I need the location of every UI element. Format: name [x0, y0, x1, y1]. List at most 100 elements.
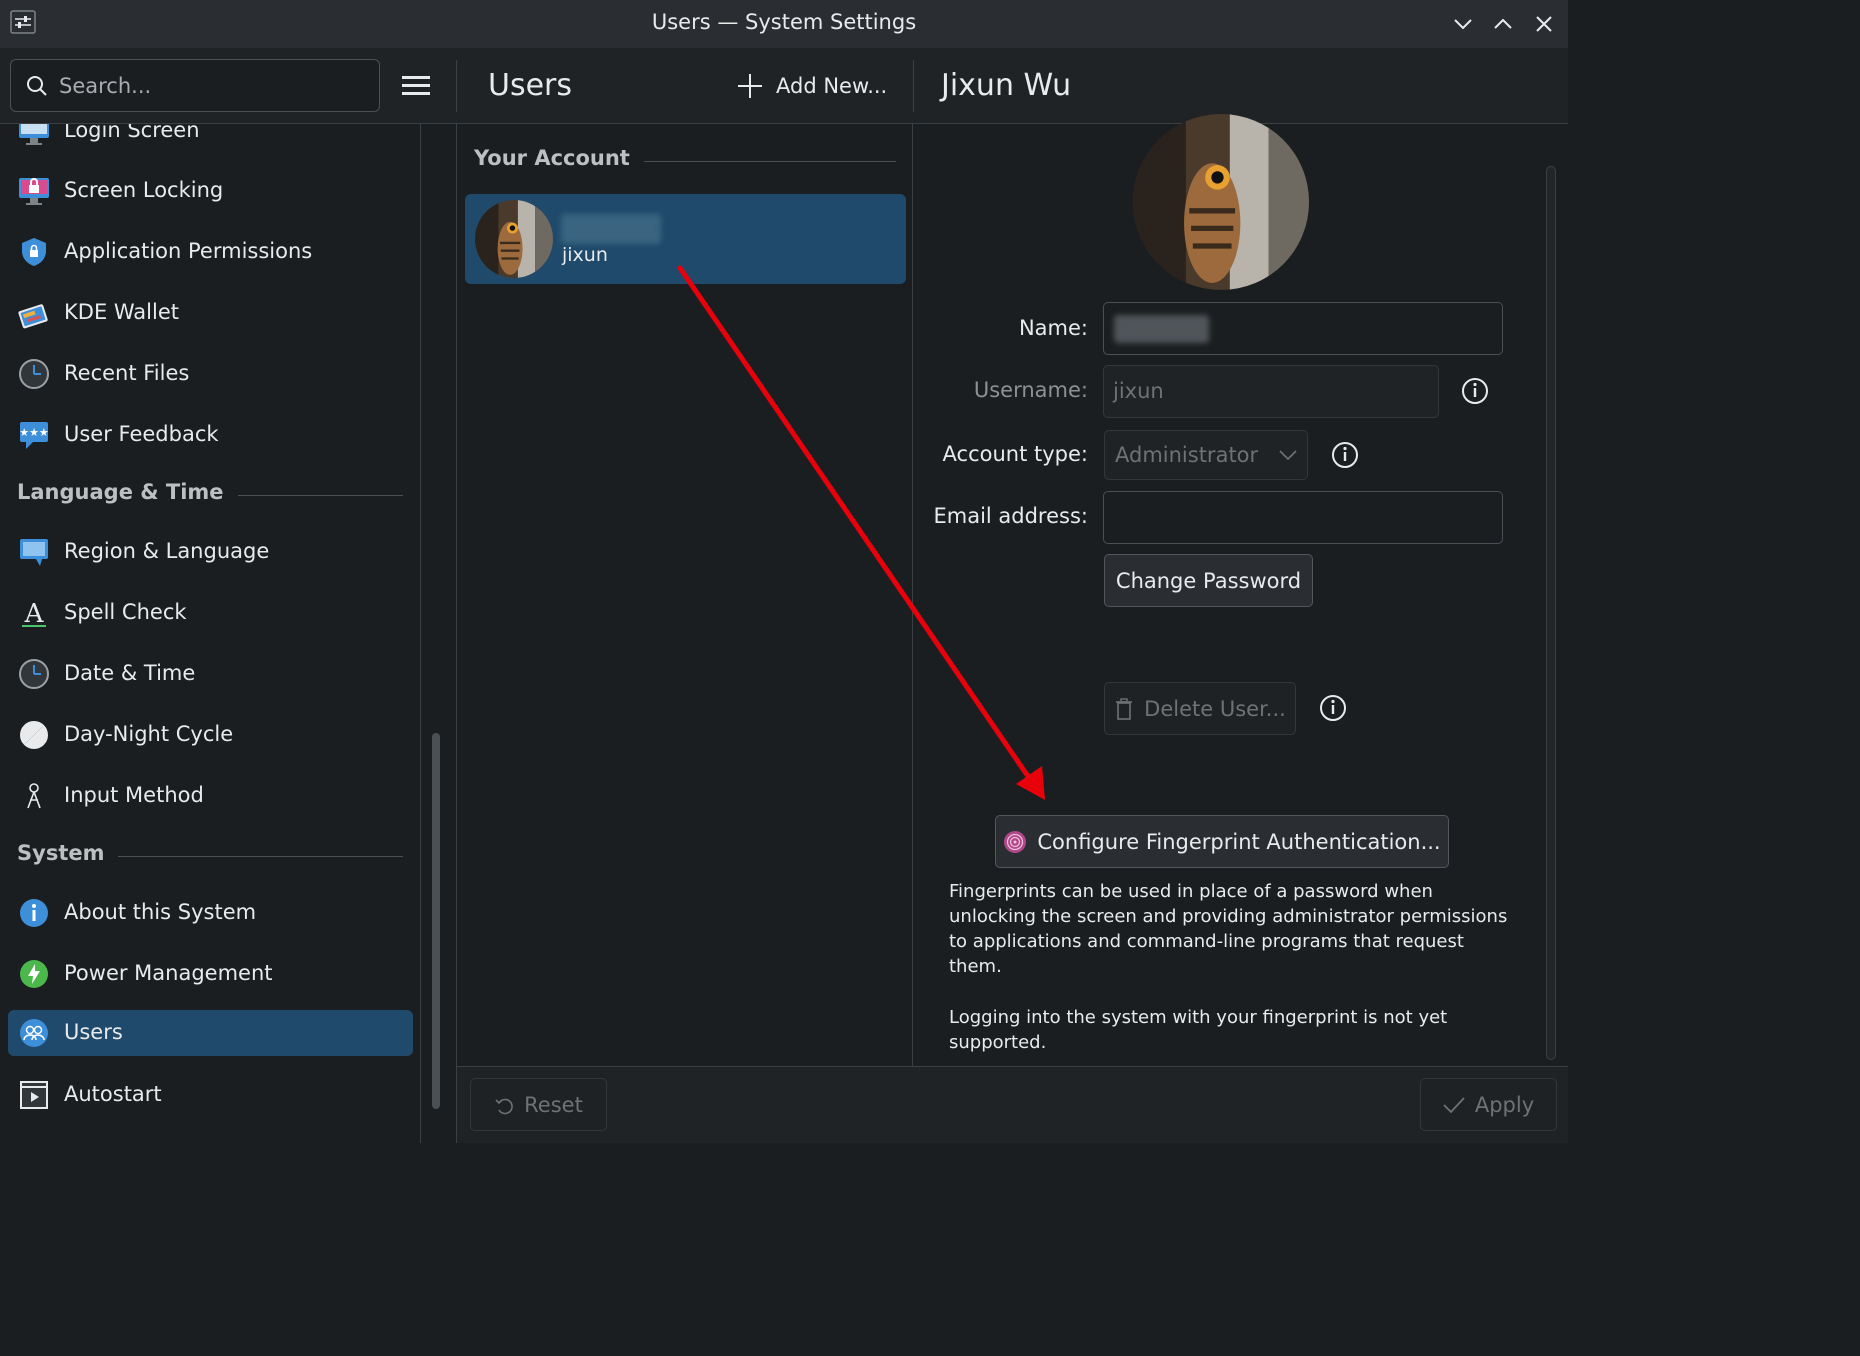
account-type-label: Account type: — [942, 442, 1088, 466]
change-password-button[interactable]: Change Password — [1104, 554, 1313, 607]
search-field[interactable] — [10, 59, 380, 112]
sidebar-item-label: KDE Wallet — [64, 300, 179, 324]
sidebar-item-spell-check[interactable]: A Spell Check — [8, 590, 413, 636]
info-icon — [20, 899, 48, 927]
your-account-header: Your Account — [474, 146, 896, 176]
input-method-icon — [27, 783, 41, 809]
wallet-icon — [18, 304, 48, 329]
add-new-label: Add New... — [776, 74, 888, 98]
sidebar-item-label: Power Management — [64, 961, 273, 985]
sidebar-item-label: Day-Night Cycle — [64, 722, 234, 746]
power-icon — [20, 960, 48, 988]
plus-icon — [738, 74, 762, 98]
maximize-button[interactable] — [1491, 12, 1515, 36]
footer-bar: Reset Apply — [456, 1066, 1568, 1143]
fingerprint-description: Fingerprints can be used in place of a p… — [949, 881, 1508, 977]
users-icon — [20, 1019, 48, 1047]
apply-label: Apply — [1474, 1092, 1535, 1117]
account-type-value: Administrator — [1115, 443, 1259, 467]
sidebar-item-label: Date & Time — [64, 661, 196, 685]
feedback-icon: ★★★ — [19, 422, 49, 449]
window-title: Users — System Settings — [651, 10, 917, 34]
email-label: Email address: — [933, 504, 1088, 528]
sidebar-item-day-night-cycle[interactable]: Day-Night Cycle — [8, 712, 413, 758]
search-icon — [27, 76, 47, 96]
trash-icon — [1116, 697, 1133, 720]
sidebar-item-label: Autostart — [64, 1082, 162, 1106]
sidebar-item-users[interactable]: Users — [8, 1010, 413, 1056]
username-value: jixun — [1113, 379, 1164, 403]
sidebar-item-label: Spell Check — [64, 600, 187, 624]
autostart-icon — [20, 1081, 48, 1109]
name-value-redacted — [1114, 315, 1209, 343]
close-button[interactable] — [1532, 12, 1556, 36]
sidebar-item-input-method[interactable]: Input Method — [8, 773, 413, 819]
details-scrollbar[interactable] — [1546, 166, 1556, 1060]
reset-label: Reset — [524, 1092, 583, 1117]
sidebar-item-partial[interactable] — [8, 1133, 413, 1143]
undo-icon — [495, 1098, 513, 1114]
section-label: Your Account — [474, 146, 644, 170]
sidebar-item-region-language[interactable]: Region & Language — [8, 529, 413, 575]
hamburger-menu-icon[interactable] — [400, 72, 432, 100]
sidebar-item-label: Login Screen — [64, 124, 200, 142]
owl-avatar-image — [1133, 114, 1309, 290]
sidebar-category-language-time: Language & Time — [17, 480, 403, 510]
checkmark-icon — [1443, 1096, 1465, 1113]
sidebar-item-recent-files[interactable]: Recent Files — [8, 351, 413, 397]
username-field: jixun — [1103, 365, 1439, 418]
minimize-button[interactable] — [1451, 12, 1475, 36]
clock-icon — [19, 359, 49, 389]
sidebar-item-label: About this System — [64, 900, 257, 924]
shield-icon — [22, 238, 46, 266]
sidebar-item-screen-locking[interactable]: Screen Locking — [8, 168, 413, 214]
username-info-icon[interactable] — [1461, 377, 1489, 405]
name-field[interactable] — [1103, 302, 1503, 355]
sidebar-item-login-screen[interactable]: Login Screen — [8, 124, 413, 154]
account-item-current[interactable]: jixun — [465, 194, 906, 284]
username-label: Username: — [973, 378, 1088, 402]
sidebar-item-kde-wallet[interactable]: KDE Wallet — [8, 290, 413, 336]
sidebar-item-application-permissions[interactable]: Application Permissions — [8, 229, 413, 275]
header-separator — [913, 60, 914, 112]
sidebar-item-autostart[interactable]: Autostart — [8, 1072, 413, 1118]
add-new-button[interactable]: Add New... — [736, 70, 887, 102]
email-field[interactable] — [1103, 491, 1503, 544]
sidebar-scrollbar[interactable] — [432, 733, 440, 1109]
sidebar-item-user-feedback[interactable]: ★★★ User Feedback — [8, 412, 413, 458]
sidebar-item-label: User Feedback — [64, 422, 219, 446]
sidebar-item-label: Region & Language — [64, 539, 270, 563]
sidebar-item-date-time[interactable]: Date & Time — [8, 651, 413, 697]
sidebar-item-about-this-system[interactable]: About this System — [8, 890, 413, 936]
clock-icon — [19, 659, 49, 689]
svg-text:A: A — [24, 599, 45, 629]
search-input[interactable] — [57, 60, 367, 111]
day-night-icon — [20, 721, 48, 749]
monitor-icon — [18, 1140, 50, 1143]
change-password-label: Change Password — [1115, 568, 1302, 593]
user-details-panel: Name: Username: jixun Account type: Admi… — [913, 114, 1568, 1066]
category-label: Language & Time — [17, 480, 238, 504]
sidebar-item-label: Input Method — [64, 783, 204, 807]
sidebar-item-label: Application Permissions — [64, 239, 313, 263]
account-type-select: Administrator — [1104, 430, 1308, 480]
account-type-info-icon[interactable] — [1331, 441, 1359, 469]
reset-button: Reset — [470, 1078, 607, 1131]
screen-locking-icon — [19, 178, 49, 205]
spell-check-icon: A — [22, 599, 46, 629]
sidebar-item-power-management[interactable]: Power Management — [8, 951, 413, 997]
accounts-list: Your Account jixun — [456, 124, 913, 1066]
configure-fingerprint-button[interactable]: Configure Fingerprint Authentication... — [995, 815, 1449, 868]
sidebar-category-system: System — [17, 841, 403, 871]
apply-button: Apply — [1420, 1078, 1557, 1131]
delete-user-label: Delete User... — [1144, 696, 1286, 721]
fingerprint-icon — [1004, 830, 1027, 853]
category-label: System — [17, 841, 119, 865]
sidebar: Login Screen Screen Locking Application … — [0, 124, 421, 1143]
configure-fingerprint-label: Configure Fingerprint Authentication... — [1037, 829, 1441, 854]
user-avatar-button[interactable] — [1133, 114, 1309, 290]
account-username: jixun — [562, 244, 608, 266]
module-title: Users — [488, 68, 573, 103]
sidebar-item-label: Users — [64, 1020, 123, 1044]
delete-user-info-icon[interactable] — [1319, 694, 1347, 722]
